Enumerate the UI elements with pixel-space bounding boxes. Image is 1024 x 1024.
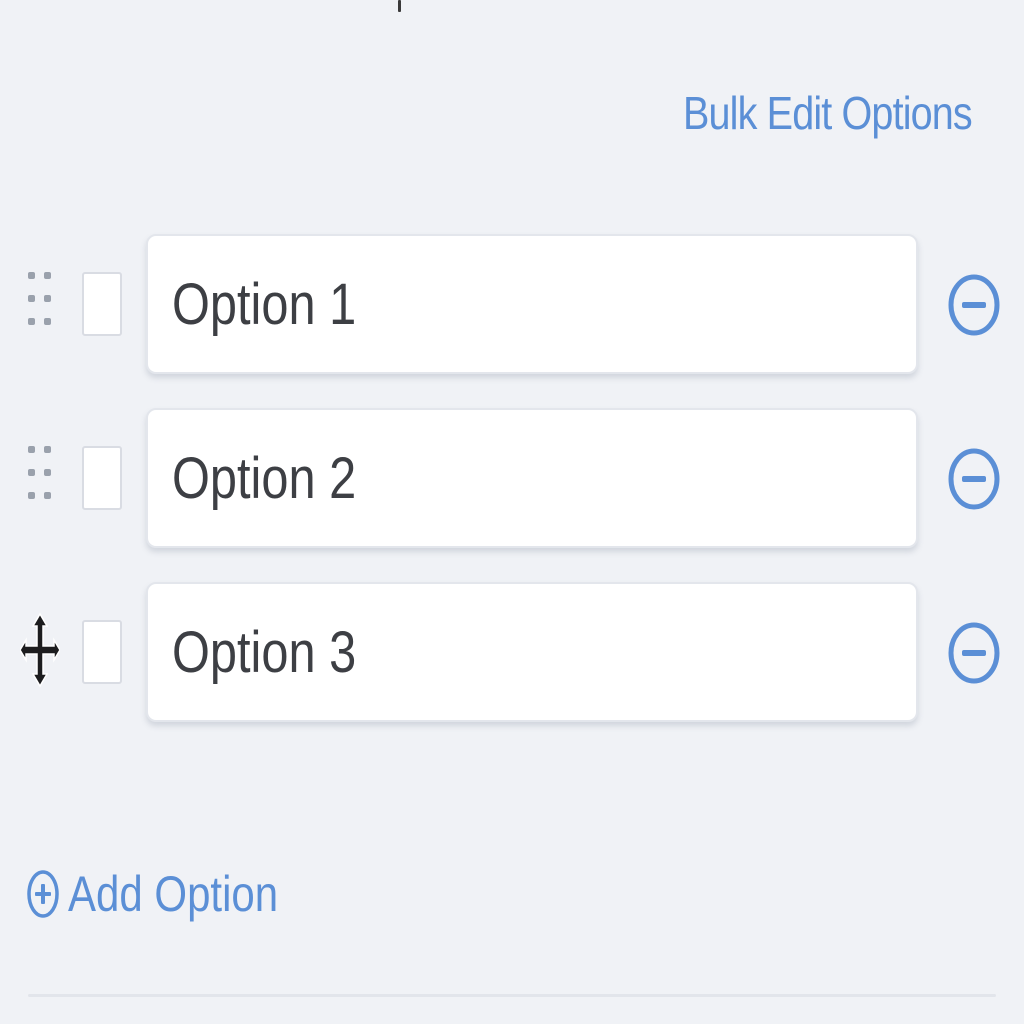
option-row: Option 3 [0, 578, 1024, 724]
drag-dots-icon[interactable] [24, 268, 58, 336]
top-edge-mark [398, 0, 401, 12]
option-input-value: Option 3 [172, 619, 357, 685]
option-input-value: Option 1 [172, 271, 357, 337]
option-input[interactable]: Option 2 [146, 408, 918, 548]
bulk-edit-options-link[interactable]: Bulk Edit Options [683, 86, 973, 140]
plus-circle-icon [26, 866, 60, 922]
option-row: Option 1 [0, 230, 1024, 376]
remove-option-icon[interactable] [946, 620, 1002, 686]
remove-option-icon[interactable] [946, 272, 1002, 338]
drag-dots-icon[interactable] [24, 442, 58, 510]
option-row: Option 2 [0, 404, 1024, 550]
add-option-button[interactable]: Add Option [26, 862, 318, 926]
option-input[interactable]: Option 1 [146, 234, 918, 374]
divider [28, 994, 996, 997]
option-input[interactable]: Option 3 [146, 582, 918, 722]
move-cursor-icon[interactable] [20, 612, 60, 688]
remove-option-icon[interactable] [946, 446, 1002, 512]
option-checkbox[interactable] [82, 620, 122, 684]
option-checkbox[interactable] [82, 272, 122, 336]
option-input-value: Option 2 [172, 445, 357, 511]
add-option-label: Add Option [68, 866, 279, 922]
option-checkbox[interactable] [82, 446, 122, 510]
